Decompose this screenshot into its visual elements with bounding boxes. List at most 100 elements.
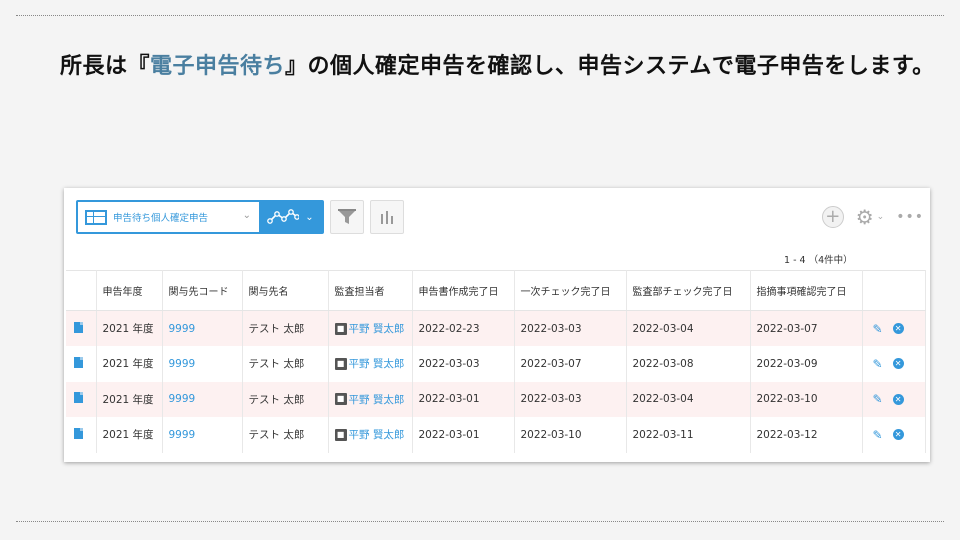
delete-icon[interactable]: ✕ [892, 429, 904, 441]
cell-first-check: 2022-03-10 [514, 417, 627, 453]
cell-client-code[interactable]: 9999 [162, 346, 243, 382]
cell-return-prepared: 2022-03-03 [412, 346, 515, 382]
heading-suffix: 』の個人確定申告を確認し、申告システムで電子申告をします。 [285, 54, 935, 79]
auditor-name: 平野 賢太郎 [348, 323, 405, 335]
chevron-down-icon: ⌄ [305, 211, 314, 223]
record-detail-link[interactable] [66, 346, 97, 382]
header-findings-confirmed[interactable]: 指摘事項確認完了日 [750, 270, 863, 311]
user-icon: ■ [334, 393, 347, 406]
auditor-name: 平野 賢太郎 [348, 393, 405, 406]
cell-auditor[interactable]: ■ 平野 賢太郎 [328, 310, 413, 346]
header-client-code[interactable]: 関与先コード [162, 270, 243, 311]
cell-return-prepared: 2022-03-01 [412, 381, 515, 417]
header-first-check[interactable]: 一次チェック完了日 [514, 270, 627, 311]
document-icon [74, 427, 83, 439]
row-actions: ✎ ✕ [862, 417, 926, 453]
bottom-divider [16, 521, 944, 522]
cell-year: 2021 年度 [96, 417, 163, 453]
cell-return-prepared: 2022-03-01 [412, 417, 515, 453]
record-detail-link[interactable] [66, 381, 97, 417]
delete-icon[interactable]: ✕ [892, 393, 904, 405]
graph-menu-button[interactable]: ⌄ [259, 202, 322, 232]
edit-pencil-icon[interactable]: ✎ [873, 392, 883, 406]
cell-auditor[interactable]: ■ 平野 賢太郎 [328, 381, 413, 417]
heading-highlight: 電子申告待ち [150, 54, 286, 79]
view-selector[interactable]: 申告待ち個人確定申告 ⌄ ⌄ [76, 200, 324, 234]
cell-year: 2021 年度 [96, 381, 163, 417]
cell-first-check: 2022-03-07 [514, 346, 627, 382]
add-record-button[interactable]: + [821, 206, 844, 228]
document-icon [74, 321, 83, 333]
cell-return-prepared: 2022-02-23 [412, 310, 515, 346]
header-year[interactable]: 申告年度 [96, 270, 163, 311]
cell-client-code[interactable]: 9999 [162, 310, 243, 346]
cell-auditor[interactable]: ■ 平野 賢太郎 [328, 417, 413, 453]
auditor-name: 平野 賢太郎 [348, 429, 405, 442]
cell-auditor[interactable]: ■ 平野 賢太郎 [328, 346, 413, 382]
header-actions [862, 270, 926, 311]
cell-audit-check: 2022-03-08 [626, 346, 751, 382]
cell-client-name: テスト 太郎 [242, 417, 329, 453]
row-actions: ✎ ✕ [862, 310, 926, 346]
settings-button[interactable]: ⚙ ⌄ [856, 205, 884, 229]
cell-client-code[interactable]: 9999 [162, 381, 243, 417]
header-auditor[interactable]: 監査担当者 [328, 270, 413, 311]
table-header-row: 申告年度 関与先コード 関与先名 監査担当者 申告書作成完了日 一次チェック完了… [66, 270, 926, 311]
cell-client-code[interactable]: 9999 [162, 417, 243, 453]
cell-findings-confirmed: 2022-03-09 [750, 346, 863, 382]
view-dropdown[interactable]: 申告待ち個人確定申告 ⌄ [78, 202, 259, 232]
cell-first-check: 2022-03-03 [514, 381, 627, 417]
record-table: 申告年度 関与先コード 関与先名 監査担当者 申告書作成完了日 一次チェック完了… [66, 270, 926, 453]
more-dots-icon[interactable]: ••• [896, 209, 924, 225]
record-list-panel: 申告待ち個人確定申告 ⌄ ⌄ + ⚙ ⌄ ••• 1 - 4 （4件中） 申告年… [64, 188, 930, 462]
row-actions: ✎ ✕ [862, 346, 926, 382]
cell-client-name: テスト 太郎 [242, 346, 329, 382]
delete-icon[interactable]: ✕ [892, 323, 904, 334]
cell-first-check: 2022-03-03 [514, 310, 627, 346]
table-icon [85, 209, 107, 225]
chevron-down-icon: ⌄ [242, 210, 251, 221]
cell-client-name: テスト 太郎 [242, 381, 329, 417]
header-blank [66, 270, 97, 311]
cell-audit-check: 2022-03-11 [626, 417, 751, 453]
edit-pencil-icon[interactable]: ✎ [873, 322, 883, 336]
edit-pencil-icon[interactable]: ✎ [873, 428, 883, 442]
auditor-name: 平野 賢太郎 [348, 358, 405, 371]
plus-icon: + [825, 206, 841, 227]
user-icon: ■ [334, 322, 347, 335]
user-icon: ■ [334, 428, 347, 441]
cell-year: 2021 年度 [96, 310, 163, 346]
graph-button[interactable] [370, 200, 404, 234]
delete-icon[interactable]: ✕ [892, 358, 904, 370]
filter-button[interactable] [330, 200, 364, 234]
view-label: 申告待ち個人確定申告 [113, 213, 209, 224]
header-return-prepared[interactable]: 申告書作成完了日 [412, 270, 515, 311]
cell-client-name: テスト 太郎 [242, 310, 329, 346]
document-icon [74, 356, 83, 368]
header-client-name[interactable]: 関与先名 [242, 270, 329, 311]
cell-findings-confirmed: 2022-03-12 [750, 417, 863, 453]
toolbar-right-actions: + ⚙ ⌄ ••• [821, 202, 924, 232]
table-row: 2021 年度 9999 テスト 太郎 ■ 平野 賢太郎 2022-03-01 2… [66, 417, 926, 453]
cell-findings-confirmed: 2022-03-07 [750, 310, 863, 346]
filter-icon [338, 209, 356, 224]
header-audit-check[interactable]: 監査部チェック完了日 [626, 270, 751, 311]
cell-audit-check: 2022-03-04 [626, 381, 751, 417]
row-actions: ✎ ✕ [862, 381, 926, 417]
user-icon: ■ [334, 357, 347, 370]
record-detail-link[interactable] [66, 310, 97, 346]
chevron-down-icon: ⌄ [876, 212, 885, 222]
instruction-heading: 所長は『電子申告待ち』の個人確定申告を確認し、申告システムで電子申告をします。 [60, 44, 940, 90]
table-row: 2021 年度 9999 テスト 太郎 ■ 平野 賢太郎 2022-02-23 2… [66, 310, 926, 346]
pagination-count: 1 - 4 （4件中） [784, 255, 853, 266]
record-detail-link[interactable] [66, 417, 97, 453]
table-row: 2021 年度 9999 テスト 太郎 ■ 平野 賢太郎 2022-03-03 2… [66, 346, 926, 382]
cell-year: 2021 年度 [96, 346, 163, 382]
line-chart-icon [267, 209, 300, 224]
cell-findings-confirmed: 2022-03-10 [750, 381, 863, 417]
cell-audit-check: 2022-03-04 [626, 310, 751, 346]
heading-prefix: 所長は『 [60, 54, 151, 79]
edit-pencil-icon[interactable]: ✎ [873, 357, 883, 371]
document-icon [74, 392, 83, 404]
top-divider [16, 15, 944, 16]
